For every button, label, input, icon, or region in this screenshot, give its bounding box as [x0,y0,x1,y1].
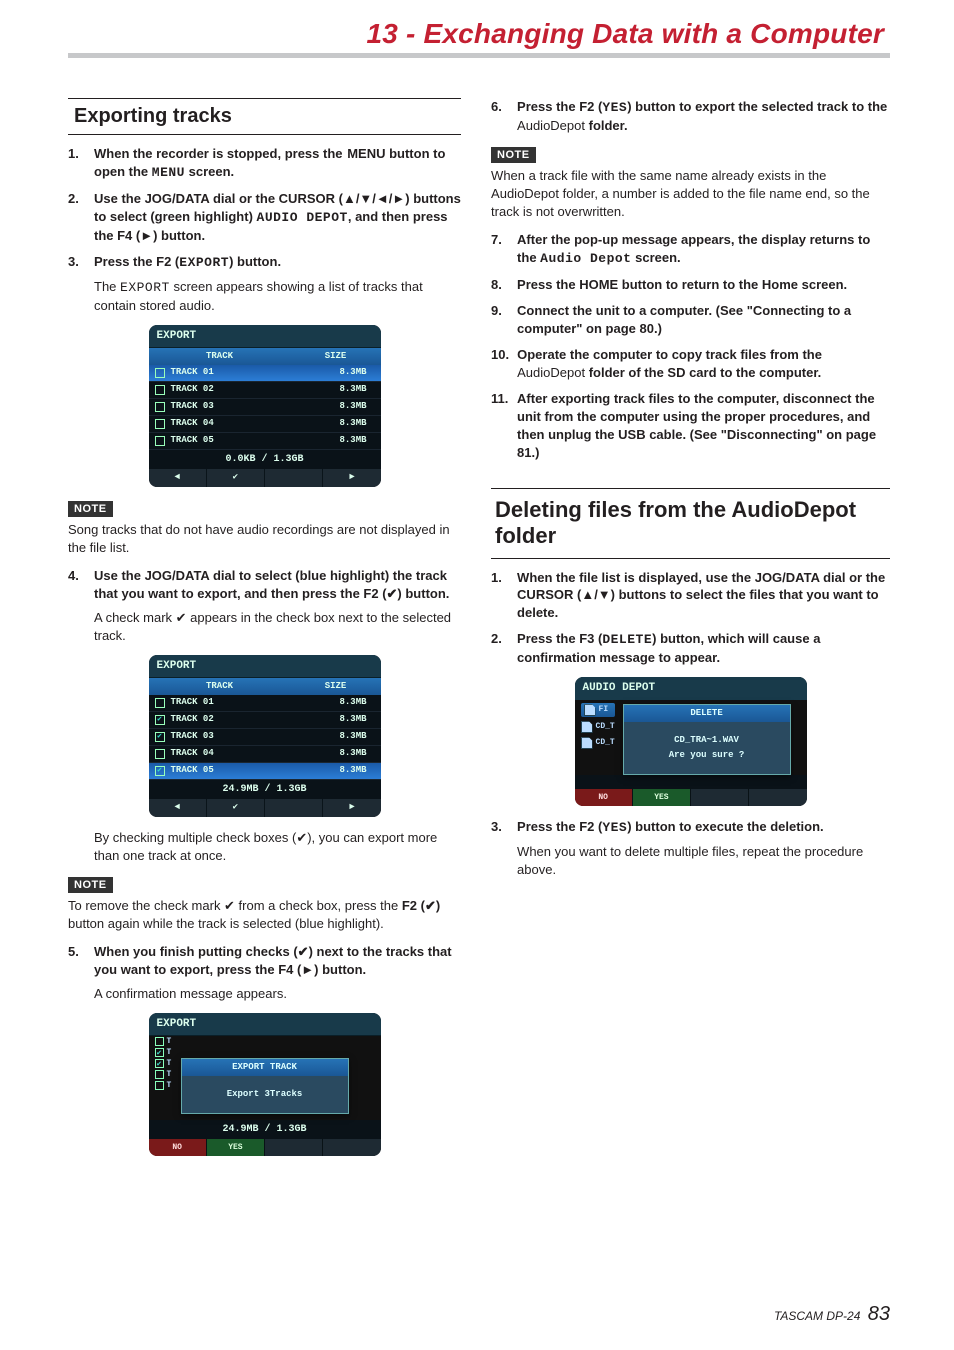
checkbox-icon [155,1070,164,1079]
checkbox-icon [155,698,165,708]
table-row: TRACK 018.3MB [149,365,381,382]
table-row: TRACK 048.3MB [149,746,381,763]
screenshot-audiodepot-delete: AUDIO DEPOT FI CD_T CD_T DELETE CD_TRA~1… [491,677,890,806]
chapter-title: 13 - Exchanging Data with a Computer [366,18,884,50]
del-step-3: 3. Press the F2 (YES) button to execute … [491,818,890,879]
f1-back-icon [149,469,207,487]
note-3: When a track file with the same name alr… [491,167,890,222]
footer: TASCAM DP-24 83 [774,1303,890,1326]
checkbox-icon [155,419,165,429]
file-icon [581,721,593,733]
screenshot-export-list-1: EXPORT TRACKSIZE TRACK 018.3MBTRACK 028.… [68,325,461,487]
note-tag: NOTE [68,501,113,517]
shot1-title: EXPORT [149,325,381,348]
checkbox-icon [155,1037,164,1046]
step-4: 4. Use the JOG/DATA dial to select (blue… [68,567,461,645]
fkey-no: NO [575,789,633,806]
del-step-1: 1. When the file list is displayed, use … [491,569,890,623]
checkbox-icon [155,385,165,395]
checkbox-icon [155,732,165,742]
table-row: TRACK 018.3MB [149,695,381,712]
step-9: 9. Connect the unit to a computer. (See … [491,302,890,338]
step-7: 7. After the pop-up message appears, the… [491,231,890,268]
fkey-no: NO [149,1139,207,1156]
checkbox-icon [155,1048,164,1057]
chapter-bar: 13 - Exchanging Data with a Computer [68,14,890,58]
step-3: 3. Press the F2 (EXPORT) button. The EXP… [68,253,461,315]
file-icon [581,737,593,749]
step-5: 5. When you finish putting checks (✔) ne… [68,943,461,1003]
table-row: TRACK 048.3MB [149,416,381,433]
table-row: TRACK 038.3MB [149,729,381,746]
screenshot-export-list-2: EXPORT TRACKSIZE TRACK 018.3MBTRACK 028.… [68,655,461,817]
section-exporting-tracks: Exporting tracks [68,98,461,135]
step-6: 6. Press the F2 (YES) button to export t… [491,98,890,135]
f2-check-icon [207,469,265,487]
checkbox-icon [155,715,165,725]
del-step-2: 2. Press the F3 (DELETE) button, which w… [491,630,890,667]
checkbox-icon [155,402,165,412]
table-row: TRACK 028.3MB [149,712,381,729]
step-2: 2. Use the JOG/DATA dial or the CURSOR (… [68,190,461,245]
note-tag: NOTE [68,877,113,893]
checkbox-icon [155,1059,164,1068]
step-11: 11. After exporting track files to the c… [491,390,890,462]
checkbox-icon [155,436,165,446]
f1-back-icon [149,799,207,817]
checkbox-icon [155,368,165,378]
table-row: TRACK 058.3MB [149,433,381,450]
page-number: 83 [868,1303,890,1325]
section-deleting-files: Deleting files from the AudioDepot folde… [491,488,890,559]
step-8: 8. Press the HOME button to return to th… [491,276,890,294]
step-10: 10. Operate the computer to copy track f… [491,346,890,382]
step4-desc2: By checking multiple check boxes (✔), yo… [94,829,461,865]
f2-check-icon [207,799,265,817]
f4-forward-icon [323,469,380,487]
fkey-yes: YES [207,1139,265,1156]
note-1: Song tracks that do not have audio recor… [68,521,461,557]
fkey-yes: YES [633,789,691,806]
f4-forward-icon [323,799,380,817]
checkbox-icon [155,766,165,776]
table-row: TRACK 038.3MB [149,399,381,416]
note-tag: NOTE [491,147,536,163]
file-icon [584,704,596,716]
checkbox-icon [155,1081,164,1090]
checkbox-icon [155,749,165,759]
table-row: TRACK 028.3MB [149,382,381,399]
step-1: 1. When the recorder is stopped, press t… [68,145,461,182]
note-2: To remove the check mark ✔ from a check … [68,897,461,933]
table-row: TRACK 058.3MB [149,763,381,780]
screenshot-export-confirm: EXPORT TTTTT EXPORT TRACK Export 3Tracks… [68,1013,461,1156]
